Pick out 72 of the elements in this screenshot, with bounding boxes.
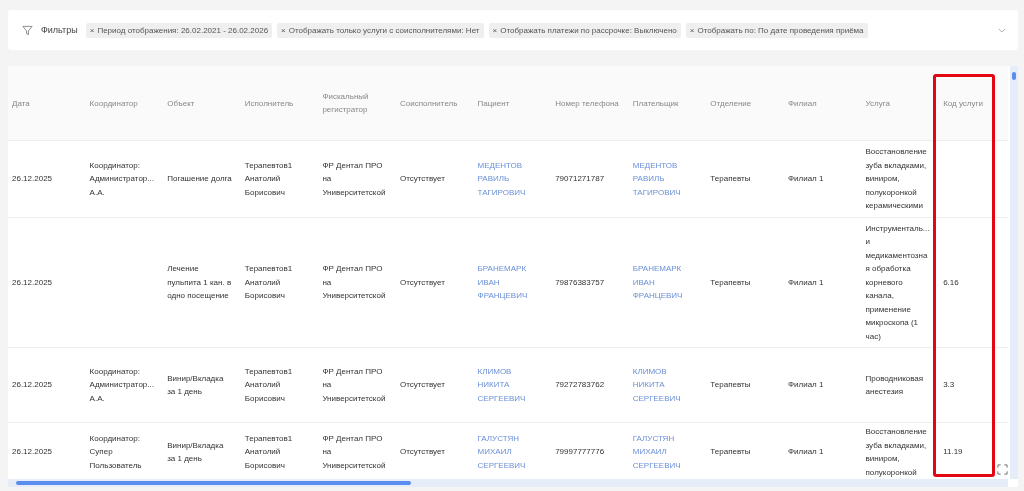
table-cell-text: 26.12.2025 [12, 276, 53, 289]
column-header: Дата [12, 97, 30, 110]
table-cell-text: Винир/Вкладка за 1 день [167, 439, 225, 465]
fullscreen-icon[interactable] [997, 464, 1008, 475]
table-cell-text: Терапевты [710, 173, 751, 186]
column-header: Филиал [787, 97, 817, 110]
name-link[interactable]: МЕДЕНТОВ РАВИЛЬ ТАГИРОВИЧ [632, 158, 699, 200]
filter-icon[interactable] [22, 24, 33, 36]
table-cell-text: Восстановление зуба вкладками, виниром, полукоронкой [865, 426, 928, 479]
column-header: Соисполнитель [399, 97, 458, 110]
table-cell-text: ФР Дентал ПРО на Университетской [322, 432, 387, 472]
remove-icon[interactable]: × [492, 25, 498, 35]
table-cell-text: Погашение долга [167, 173, 232, 186]
table-cell-text: Филиал 1 [787, 276, 824, 289]
table-cell-text: 26.12.2025 [12, 173, 53, 186]
filters-label: Фильтры [41, 25, 78, 35]
remove-icon[interactable]: × [689, 25, 695, 35]
table-cell-text: Лечение пульпита 1 кан. в одно посещение [167, 263, 233, 303]
table-cell-text: Отсутствует [399, 173, 445, 186]
column-header: Отделение [710, 97, 752, 110]
table-cell-text: Винир/Вкладка за 1 день [167, 372, 225, 398]
table-cell-text: 79997777776 [555, 446, 605, 459]
table-cell-text: Отсутствует [399, 276, 445, 289]
table-cell-text: Терапевты [710, 379, 751, 392]
column-header: Услуга [865, 97, 890, 110]
table-cell-text: Терапевтов1 Анатолий Борисович [244, 263, 294, 303]
table-cell-text: ФР Дентал ПРО на Университетской [322, 365, 387, 405]
table-cell-text: Инструменталь... и медикаментозная обработка корневого канала, применение микроскопа (1 час) [865, 222, 931, 343]
horizontal-scrollbar[interactable] [8, 479, 1008, 487]
vertical-scrollbar[interactable] [1010, 66, 1018, 479]
name-link[interactable]: ГАЛУСТЯН МИХАИЛ СЕРГЕЕВИЧ [477, 431, 544, 473]
table-cell-text: ФР Дентал ПРО на Университетской [322, 159, 387, 199]
table-cell-text: Координатор: Супер Пользователь [89, 432, 143, 472]
table-cell-text: Терапевтов1 Анатолий Борисович [244, 159, 294, 199]
column-header: Код услуги [943, 97, 983, 110]
table-cell-text: 26.12.2025 [12, 446, 53, 459]
chevron-down-icon[interactable] [998, 27, 1006, 33]
table-cell-text: Координатор: Администратор... А.А. [89, 365, 155, 405]
table-cell-text: Восстановление зуба вкладками, виниром, полукоронкой керамическими [865, 146, 928, 213]
table-cell-text: Терапевты [710, 276, 751, 289]
column-header: Исполнитель [244, 97, 294, 110]
table-cell-text: Терапевтов1 Анатолий Борисович [244, 365, 294, 405]
column-header: Номер телефона [555, 97, 619, 110]
filter-chip[interactable]: × Период отображения: 26.02.2021 - 26.02.2026 [85, 22, 273, 38]
table-cell-text: Филиал 1 [787, 173, 824, 186]
table-cell-text: 6.16 [943, 276, 959, 289]
table-cell-text: Проводниковая анестезия [865, 372, 925, 398]
name-link[interactable]: КЛИМОВ НИКИТА СЕРГЕЕВИЧ [632, 364, 699, 406]
table-cell-text: 26.12.2025 [12, 379, 53, 392]
column-header: Объект [167, 97, 195, 110]
table-cell-text: 79272783762 [555, 379, 605, 392]
table-cell-text: Филиал 1 [787, 446, 824, 459]
filter-chip[interactable]: × Отображать платежи по рассрочке: Выключено [488, 22, 681, 38]
filter-chip[interactable]: × Отображать только услуги с соисполнителями: Нет [277, 22, 484, 38]
column-header: Координатор [89, 97, 138, 110]
table-cell-text: Терапевты [710, 446, 751, 459]
table-cell-text: Терапевтов1 Анатолий Борисович [244, 432, 294, 472]
table-cell-text: ФР Дентал ПРО на Университетской [322, 263, 387, 303]
table-cell-text: 3.3 [943, 379, 955, 392]
table-cell-text: Отсутствует [399, 446, 445, 459]
table-cell-text: 79071271787 [555, 173, 605, 186]
table-cell-text: 79876383757 [555, 276, 605, 289]
table-cell-text: Координатор: Администратор... А.А. [89, 159, 155, 199]
table-cell-text: Отсутствует [399, 379, 445, 392]
table-cell-text: Филиал 1 [787, 379, 824, 392]
column-header: Пациент [477, 97, 510, 110]
remove-icon[interactable]: × [281, 25, 286, 35]
filter-chip[interactable]: × Отображать по: По дате проведения приёма [685, 22, 868, 38]
column-header: Фискальный регистратор [322, 91, 370, 116]
column-header: Плательщик [632, 97, 679, 110]
table-cell-text: 11.19 [943, 446, 963, 459]
remove-icon[interactable]: × [89, 25, 95, 35]
